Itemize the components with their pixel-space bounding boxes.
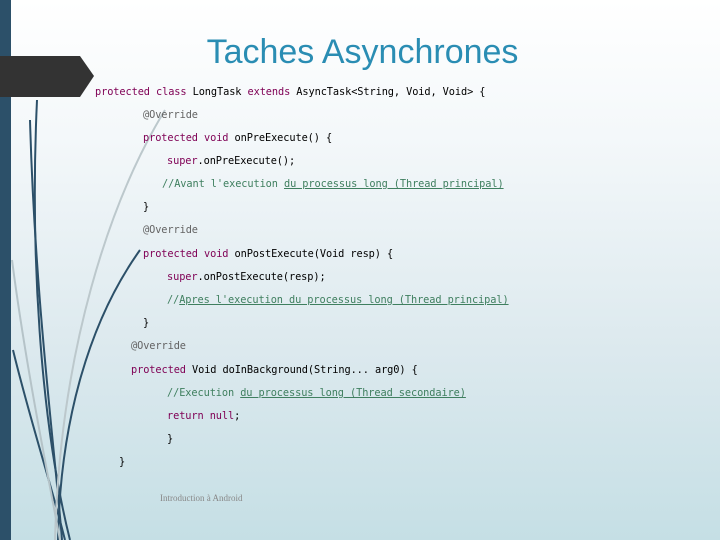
code-line-11: } [143, 317, 150, 329]
code-keyword: return null [167, 410, 235, 422]
code-keyword: protected class [95, 86, 187, 98]
code-line-14: //Execution du processus long (Thread se… [167, 387, 466, 399]
slide-title: Taches Asynchrones [206, 33, 519, 71]
code-line-15: return null; [167, 410, 240, 422]
comment-text: // [167, 294, 180, 306]
code-line-8: protected void onPostExecute(Void resp) … [143, 248, 393, 260]
code-keyword: protected void [143, 248, 229, 260]
code-text: .onPreExecute(); [197, 155, 296, 167]
code-line-7: @Override [143, 224, 198, 236]
code-text: onPreExecute() { [228, 132, 333, 144]
code-keyword: protected [131, 364, 186, 376]
code-line-12: @Override [131, 340, 186, 352]
code-text: AsyncTask<String, Void, Void> { [290, 86, 486, 98]
comment-text: //Execution [167, 387, 241, 399]
slide-footer: Introduction à Android [160, 493, 243, 503]
code-text: LongTask [186, 86, 248, 98]
code-keyword: protected void [143, 132, 229, 144]
code-text: ; [234, 410, 241, 422]
code-line-10: //Apres l'execution du processus long (T… [167, 294, 509, 306]
code-line-4: super.onPreExecute(); [167, 155, 295, 167]
code-line-13: protected Void doInBackground(String... … [131, 364, 418, 376]
code-text: Void doInBackground(String... arg0) { [185, 364, 418, 376]
code-line-1: protected class LongTask extends AsyncTa… [95, 86, 485, 98]
code-line-17: } [119, 456, 126, 468]
code-keyword: super [167, 155, 198, 167]
code-line-3: protected void onPreExecute() { [143, 132, 332, 144]
code-line-9: super.onPostExecute(resp); [167, 271, 326, 283]
code-text: .onPostExecute(resp); [197, 271, 326, 283]
code-text: onPostExecute(Void resp) { [228, 248, 394, 260]
comment-underlined: du processus long (Thread principal) [284, 178, 504, 190]
code-keyword: extends [247, 86, 291, 98]
comment-underlined: du processus long (Thread secondaire) [240, 387, 466, 399]
code-line-2: @Override [143, 109, 198, 121]
code-keyword: super [167, 271, 198, 283]
code-line-5: //Avant l'execution du processus long (T… [162, 178, 504, 190]
comment-text: //Avant l'execution [162, 178, 284, 190]
code-line-16: } [167, 433, 174, 445]
comment-underlined: Apres l'execution du processus long (Thr… [179, 294, 509, 306]
code-line-6: } [143, 201, 150, 213]
